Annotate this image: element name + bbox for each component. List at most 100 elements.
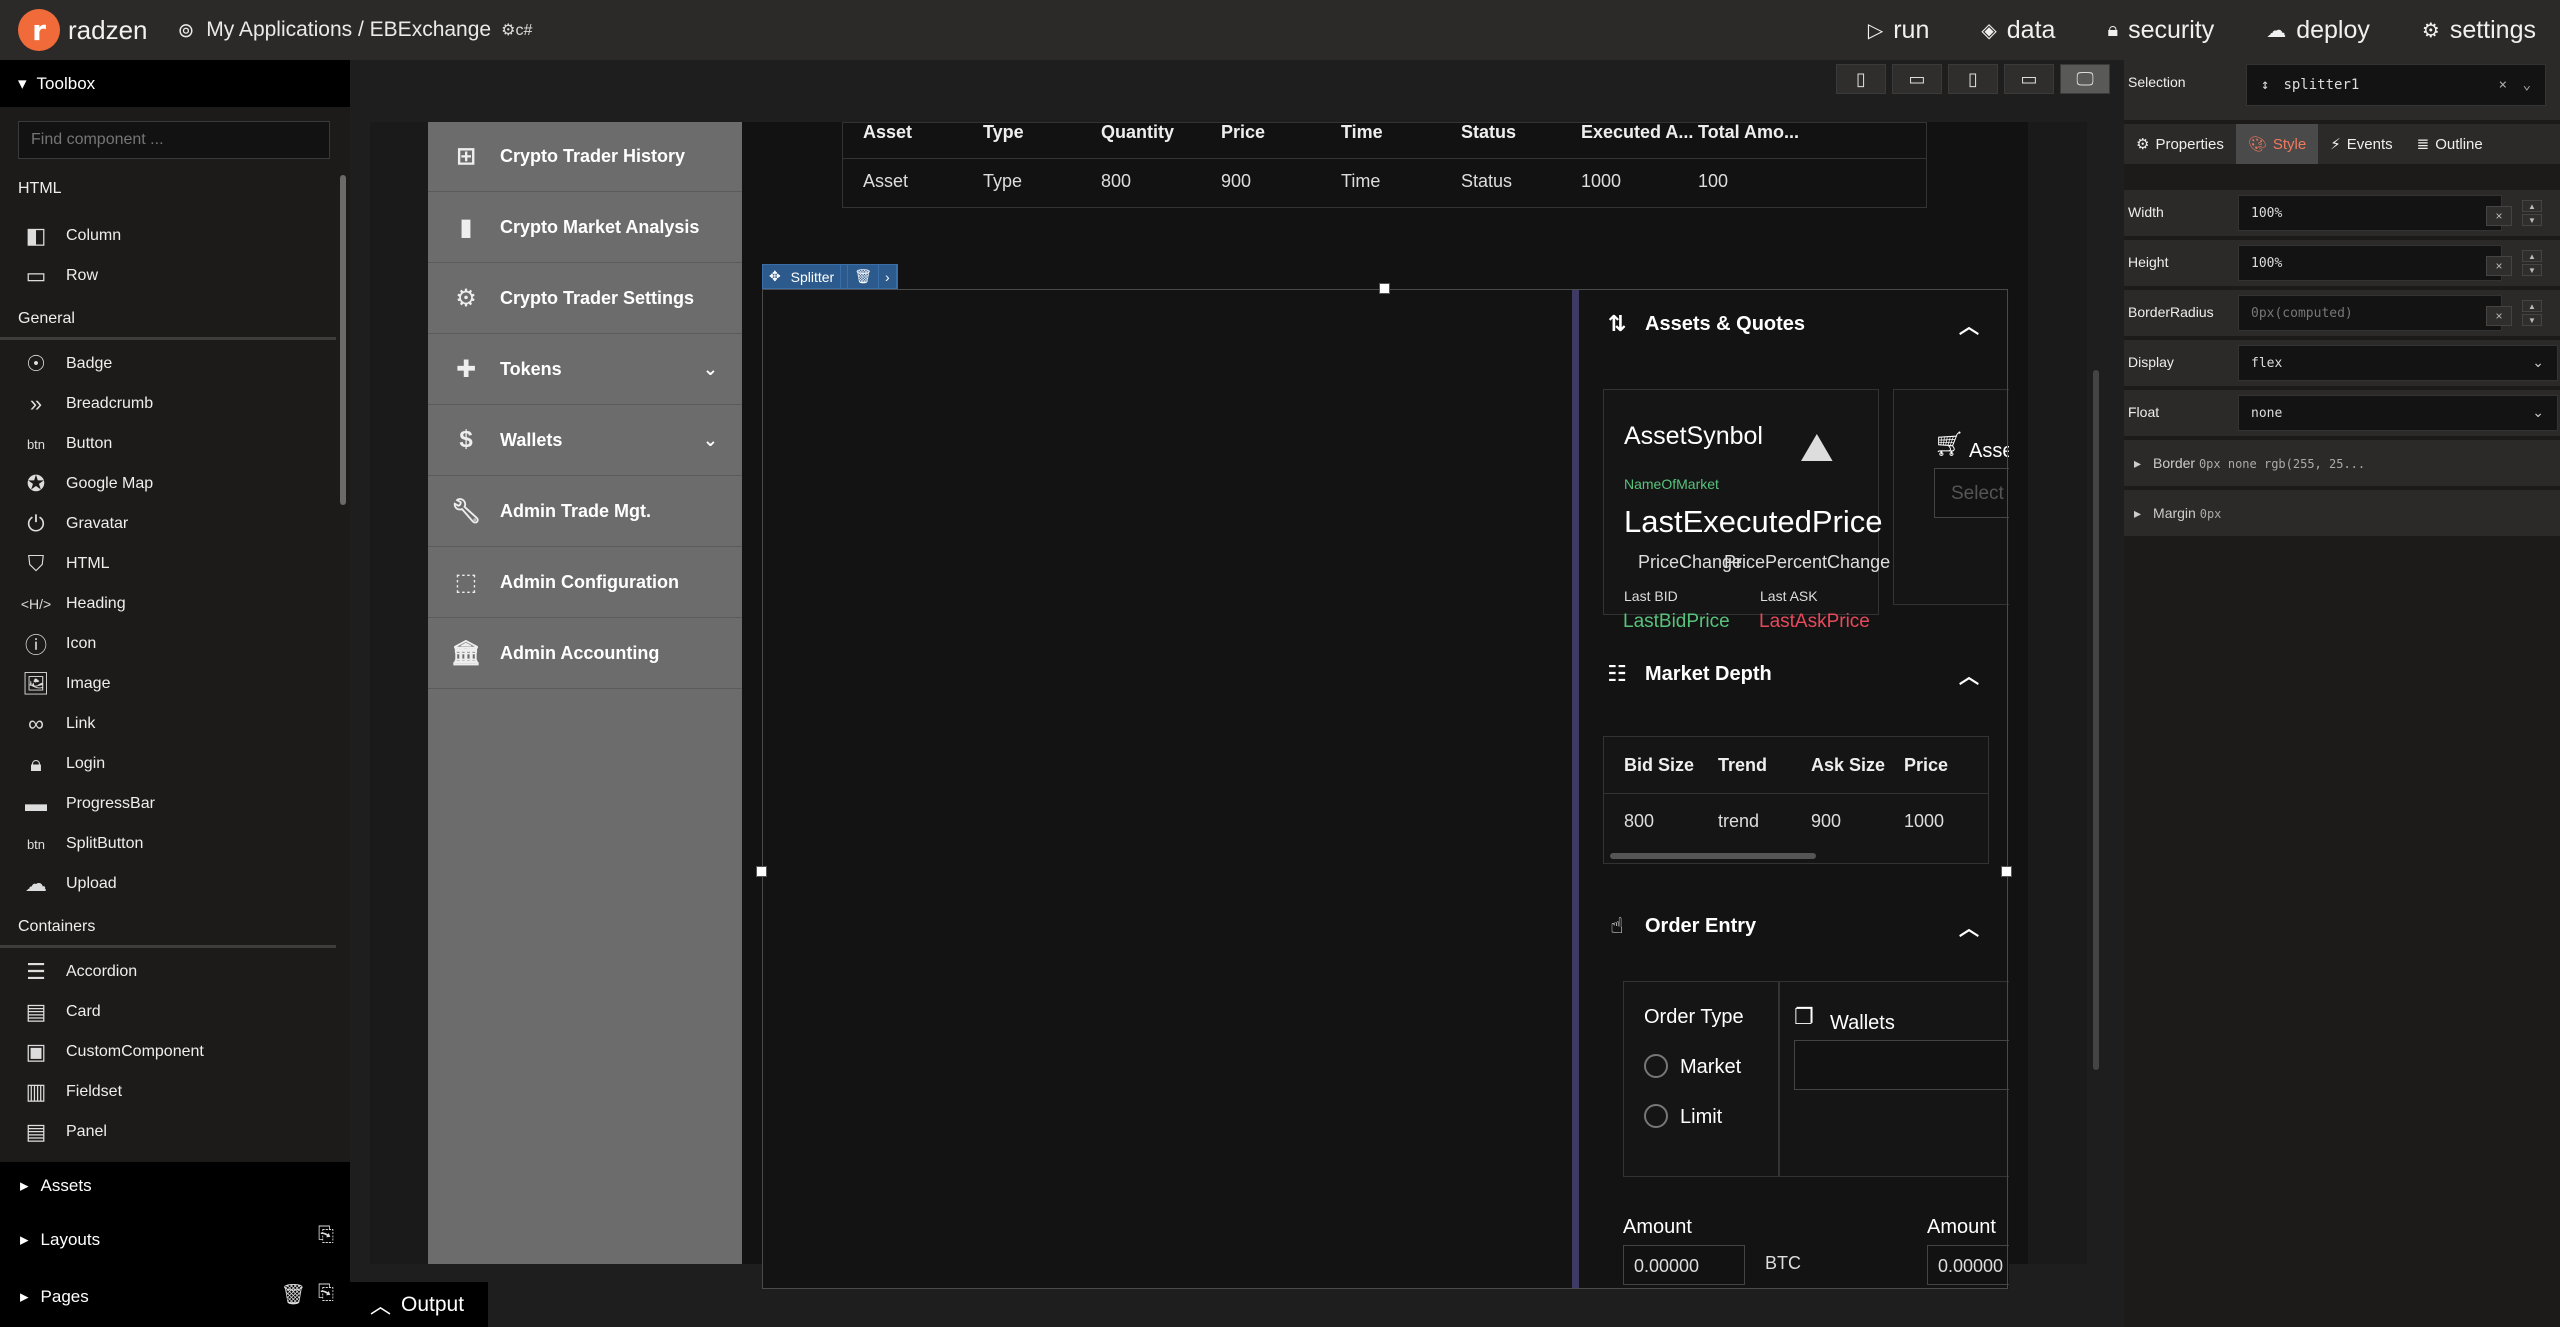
tablet-landscape-button[interactable]: ▭ [2004, 64, 2054, 94]
dollar-icon: $ [459, 426, 473, 453]
splitter-component-label[interactable]: ✥ Splitter 🗑︎ › [762, 264, 898, 289]
tab-style[interactable]: 🎨︎ Style [2235, 124, 2319, 164]
height-input[interactable]: 100% [2238, 245, 2502, 281]
toolbox-item-column[interactable]: ◧ Column [18, 218, 122, 254]
toolbox-item-heading[interactable]: <H/> Heading [18, 586, 126, 622]
table-row[interactable]: Asset Type 800 900 Time Status 1000 100 [843, 160, 1926, 203]
move-icon[interactable]: ✥ Splitter [763, 265, 849, 288]
toolbox-item-link[interactable]: ∞ Link [18, 706, 95, 742]
security-button[interactable]: 🔒︎ security [2107, 16, 2214, 45]
nav-item-crypto-trader-settings[interactable]: ⚙ Crypto Trader Settings [428, 263, 742, 334]
toolbox-item-button[interactable]: btn Button [18, 426, 112, 462]
prop-group-border[interactable]: ▸ Border 0px none rgb(255, 25... [2124, 440, 2560, 486]
nav-item-admin-configuration[interactable]: ⬚ Admin Configuration [428, 547, 742, 618]
toolbox-item-login[interactable]: 🔒︎ Login [18, 746, 105, 782]
nav-item-admin-accounting[interactable]: 🏛︎ Admin Accounting [428, 618, 742, 689]
table-header-cell[interactable]: Total Amo... [1698, 122, 1799, 154]
nav-item-crypto-trader-history[interactable]: ⊞ Crypto Trader History [428, 122, 742, 192]
radzen-logo[interactable]: r radzen [18, 9, 148, 51]
toolbox-item-gravatar[interactable]: ⏻ Gravatar [18, 506, 128, 542]
clear-icon[interactable]: × [2486, 306, 2512, 326]
border-radius-input[interactable]: 0px(computed) [2238, 295, 2502, 331]
toolbox-item-card[interactable]: ▤ Card [18, 994, 101, 1030]
prop-value: 0px(computed) [2251, 305, 2353, 321]
toolbox-item-customcomponent[interactable]: ▣ CustomComponent [18, 1034, 204, 1070]
stepper-down-icon[interactable]: ▼ [2522, 214, 2542, 226]
toolbox-item-badge[interactable]: ☉ Badge [18, 346, 112, 382]
table-header-cell[interactable]: Executed A... [1581, 122, 1693, 154]
resize-handle-right[interactable] [2001, 866, 2012, 877]
tablet-portrait-button[interactable]: ▯ [1948, 64, 1998, 94]
resize-handle-top[interactable] [1379, 283, 1390, 294]
settings-label: settings [2449, 15, 2536, 44]
toolbox-scrollbar[interactable] [340, 175, 346, 505]
table-header-cell[interactable]: Asset [863, 122, 912, 154]
toolbox-item-fieldset[interactable]: ▥ Fieldset [18, 1074, 122, 1110]
tab-properties[interactable]: ⚙ Properties [2124, 124, 2236, 164]
phone-landscape-button[interactable]: ▭ [1892, 64, 1942, 94]
toolbox-item-row[interactable]: ▭ Row [18, 258, 98, 294]
tab-label: Events [2346, 135, 2393, 153]
deploy-label: deploy [2296, 15, 2370, 44]
nav-item-wallets[interactable]: $ Wallets ⌄ [428, 405, 742, 476]
stepper-down-icon[interactable]: ▼ [2522, 264, 2542, 276]
table-header-cell[interactable]: Status [1461, 122, 1516, 154]
trash-icon[interactable]: 🗑︎ [848, 265, 879, 288]
prop-group-margin[interactable]: ▸ Margin 0px [2124, 490, 2560, 536]
data-button[interactable]: ◈ data [1981, 16, 2055, 45]
deploy-button[interactable]: ☁ deploy [2266, 16, 2370, 45]
stepper-down-icon[interactable]: ▼ [2522, 314, 2542, 326]
width-input[interactable]: 100% [2238, 195, 2502, 231]
toolbox-item-html[interactable]: ⛉ HTML [18, 546, 110, 582]
float-select[interactable]: none [2238, 395, 2558, 431]
settings-button[interactable]: ⚙ settings [2422, 16, 2536, 45]
trash-icon[interactable]: 🗑︎ [281, 1282, 306, 1307]
toolbox-header[interactable]: ▾ Toolbox [0, 60, 350, 107]
resize-handle-left[interactable] [756, 866, 767, 877]
toolbox-item-progressbar[interactable]: ▬ ProgressBar [18, 786, 155, 822]
table-header-cell[interactable]: Time [1341, 122, 1383, 154]
nav-item-tokens[interactable]: ✚ Tokens ⌄ [428, 334, 742, 405]
new-layout-icon[interactable]: ⎘ [318, 1224, 334, 1247]
tab-outline[interactable]: ≣ Outline [2405, 124, 2495, 164]
canvas-scrollbar[interactable] [2093, 370, 2099, 1070]
clear-icon[interactable]: × [2499, 77, 2507, 93]
width-stepper[interactable]: ▲ ▼ [2522, 200, 2542, 226]
display-select[interactable]: flex [2238, 345, 2558, 381]
output-tab[interactable]: ︿ Output [350, 1282, 488, 1327]
table-header-cell[interactable]: Type [983, 122, 1024, 154]
run-button[interactable]: ▷ run [1868, 16, 1930, 45]
toolbox-item-accordion[interactable]: ☰ Accordion [18, 954, 137, 990]
chevron-down-icon[interactable]: ⌄ [2523, 77, 2531, 93]
selection-dropdown[interactable]: ↕ splitter1 × ⌄ [2246, 64, 2546, 106]
toolbox-item-upload[interactable]: ☁ Upload [18, 866, 117, 902]
stepper-up-icon[interactable]: ▲ [2522, 300, 2542, 312]
new-page-icon[interactable]: ⎘ [318, 1282, 334, 1307]
progressbar-icon: ▬ [25, 791, 47, 816]
stepper-up-icon[interactable]: ▲ [2522, 200, 2542, 212]
phone-portrait-button[interactable]: ▯ [1836, 64, 1886, 94]
toolbox-item-splitbutton[interactable]: btn SplitButton [18, 826, 143, 862]
chevron-right-icon[interactable]: › [879, 265, 897, 288]
nav-item-crypto-market-analysis[interactable]: ▮ Crypto Market Analysis [428, 192, 742, 263]
accordion-layouts[interactable]: ▸ Layouts [20, 1230, 100, 1250]
toolbox-item-breadcrumb[interactable]: » Breadcrumb [18, 386, 153, 422]
stepper-up-icon[interactable]: ▲ [2522, 250, 2542, 262]
toolbox-item-panel[interactable]: ▤ Panel [18, 1114, 107, 1150]
nav-item-admin-trade-mgt[interactable]: 🔧︎ Admin Trade Mgt. [428, 476, 742, 547]
clear-icon[interactable]: × [2486, 256, 2512, 276]
table-header-cell[interactable]: Price [1221, 122, 1265, 154]
breadcrumb-path[interactable]: My Applications / EBExchange [206, 18, 491, 42]
desktop-button[interactable]: 🖵︎ [2060, 64, 2110, 94]
component-search-input[interactable] [18, 121, 330, 159]
clear-icon[interactable]: × [2486, 206, 2512, 226]
toolbox-item-image[interactable]: 🖼︎ Image [18, 666, 110, 702]
tab-events[interactable]: ⚡︎ Events [2318, 124, 2404, 164]
accordion-assets[interactable]: ▸ Assets [20, 1176, 92, 1196]
border-radius-stepper[interactable]: ▲ ▼ [2522, 300, 2542, 326]
toolbox-item-google-map[interactable]: ✪ Google Map [18, 466, 153, 502]
height-stepper[interactable]: ▲ ▼ [2522, 250, 2542, 276]
accordion-pages[interactable]: ▸ Pages [20, 1287, 89, 1307]
toolbox-item-icon[interactable]: ⓘ Icon [18, 626, 96, 662]
table-header-cell[interactable]: Quantity [1101, 122, 1174, 154]
